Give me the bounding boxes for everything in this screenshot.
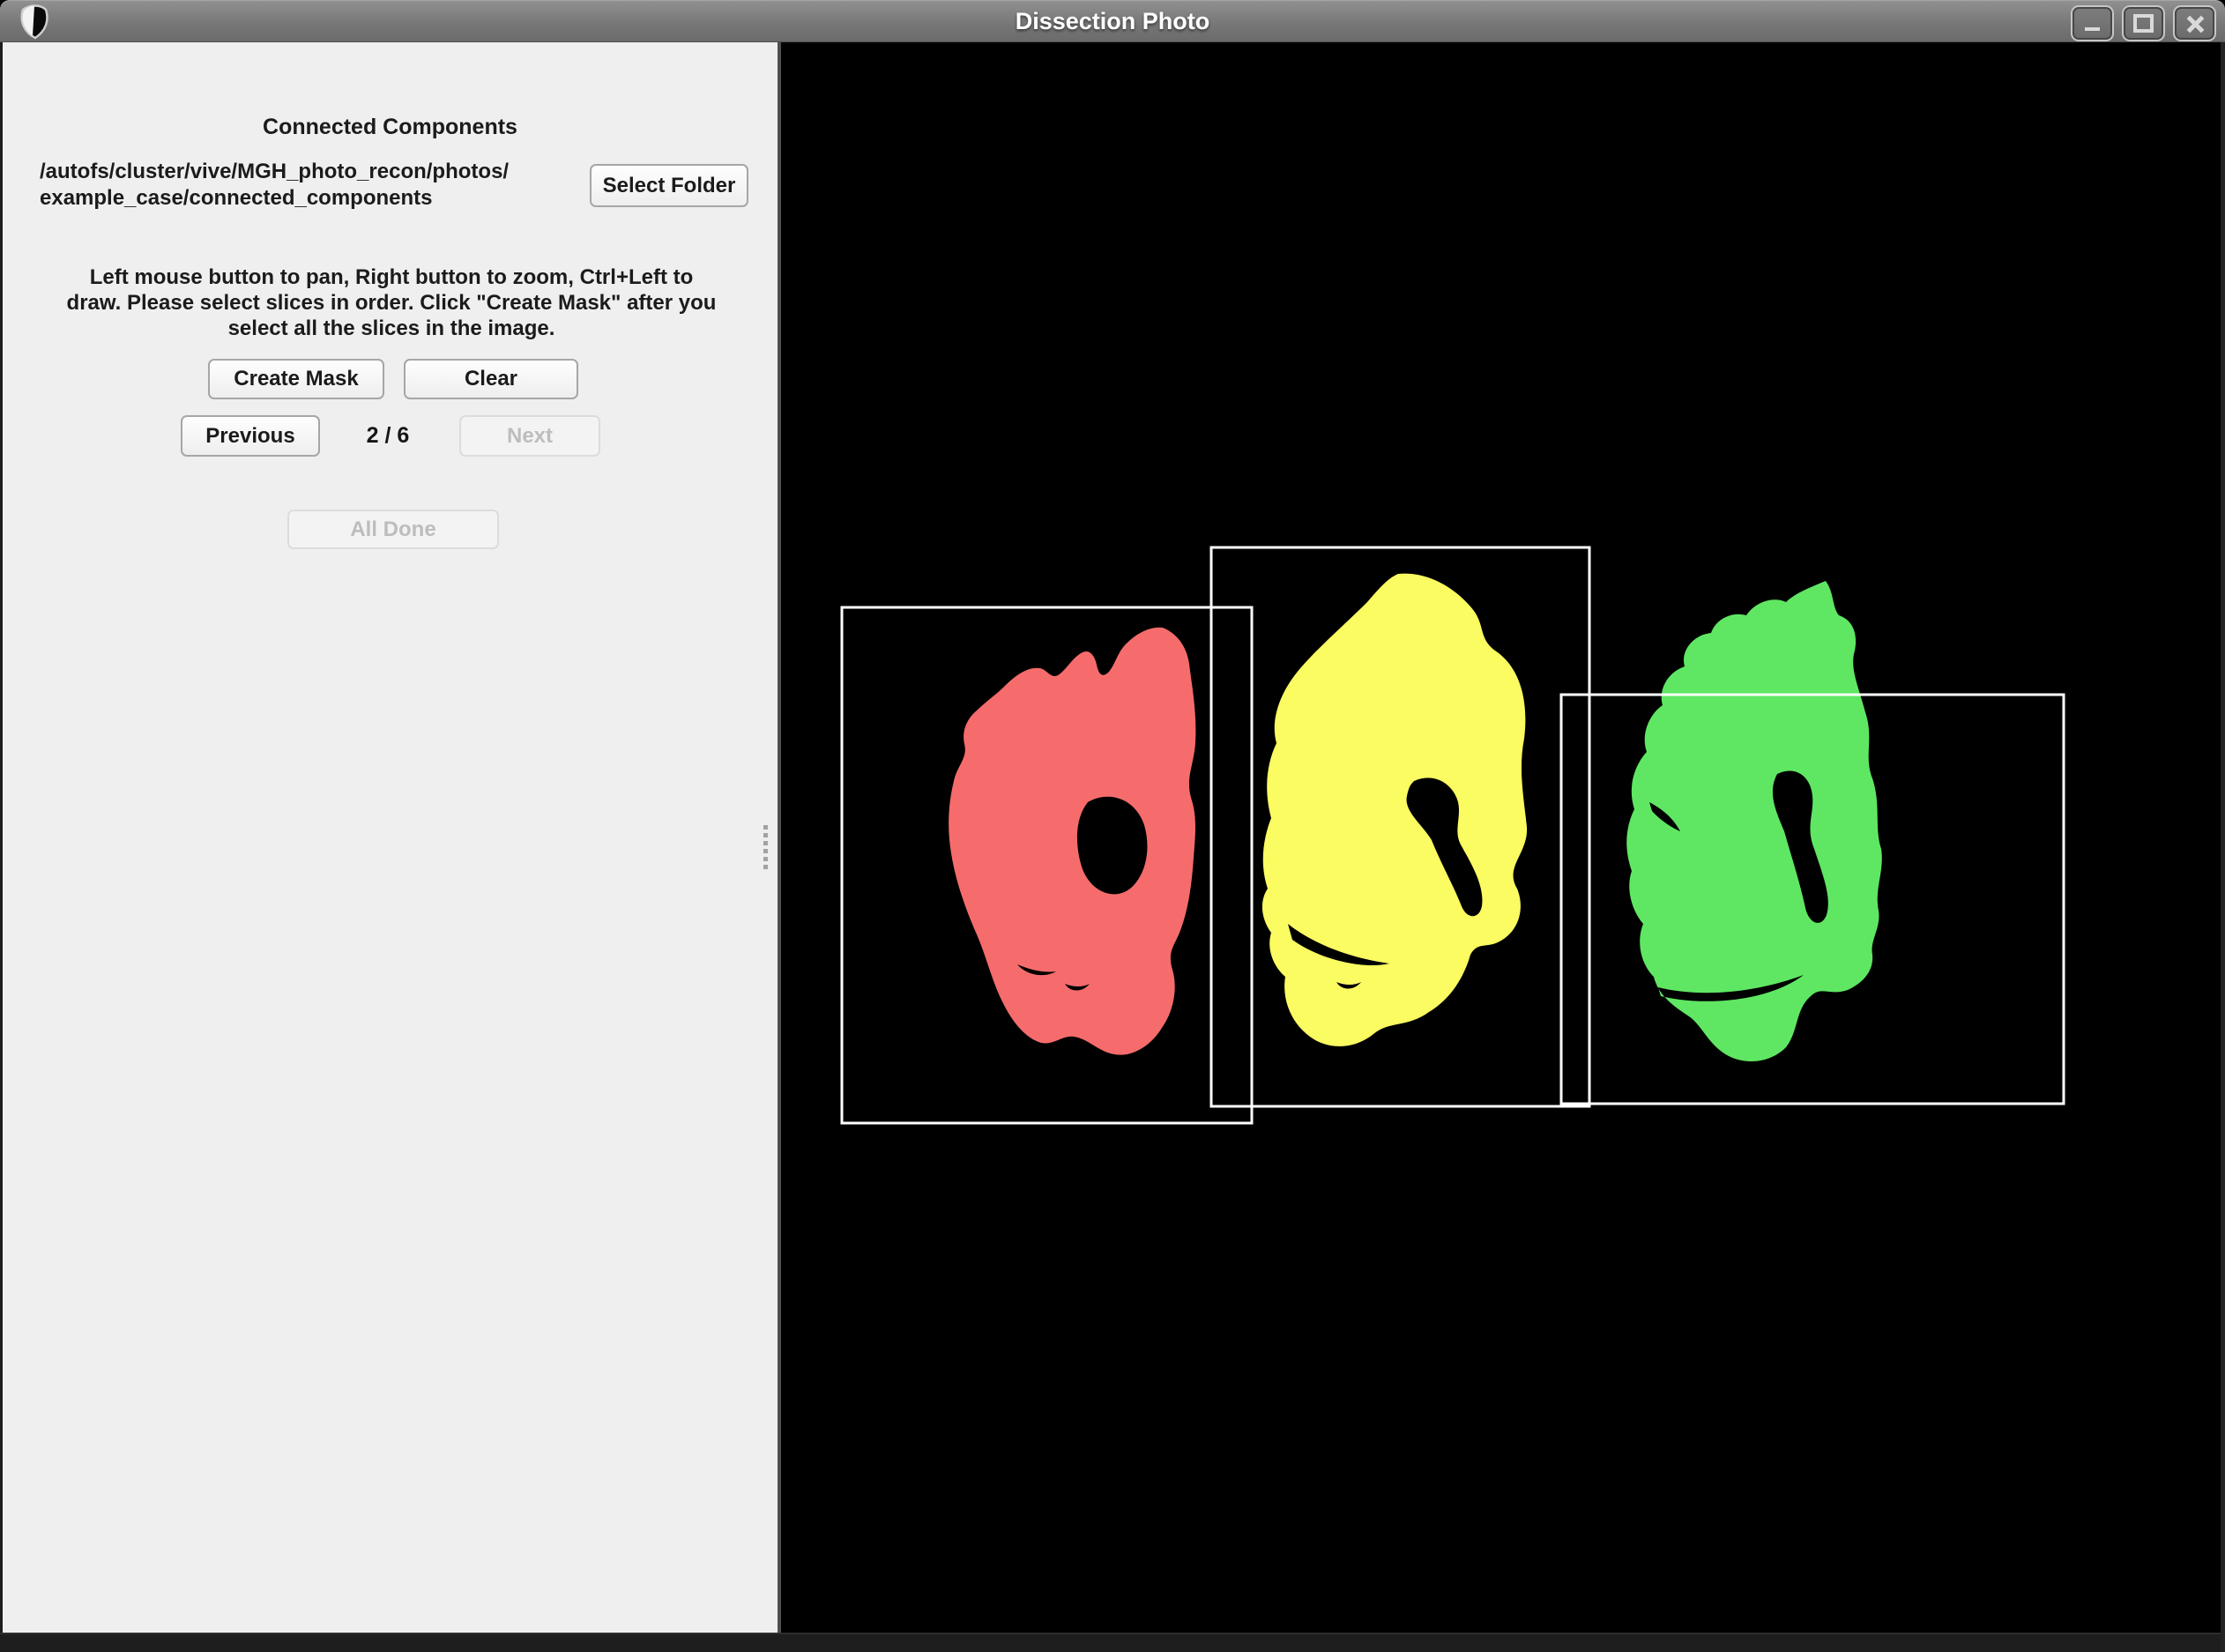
brain-slice-red[interactable] bbox=[949, 627, 1196, 1055]
splitter-handle[interactable] bbox=[763, 825, 770, 871]
maximize-icon bbox=[2133, 14, 2154, 33]
clear-button[interactable]: Clear bbox=[404, 359, 578, 399]
panel-title: Connected Components bbox=[263, 115, 517, 139]
instructions-line2: draw. Please select slices in order. Cli… bbox=[66, 291, 717, 315]
page-indicator: 2 / 6 bbox=[366, 423, 410, 448]
previous-button[interactable]: Previous bbox=[181, 415, 320, 457]
close-icon bbox=[2186, 15, 2204, 33]
window-title: Dissection Photo bbox=[1015, 8, 1210, 34]
image-viewer[interactable] bbox=[781, 42, 2225, 1633]
instructions-line1: Left mouse button to pan, Right button t… bbox=[89, 265, 694, 289]
control-panel: Connected Components /autofs/cluster/viv… bbox=[0, 42, 781, 1633]
window-controls bbox=[2071, 5, 2216, 41]
window-right-frame bbox=[2221, 42, 2225, 1652]
app-window: Dissection Photo Connected Components /a… bbox=[0, 0, 2225, 1652]
titlebar: Dissection Photo bbox=[0, 0, 2225, 42]
window-bottom-frame bbox=[0, 1633, 2225, 1652]
minimize-icon bbox=[2085, 26, 2100, 31]
instructions-line3: select all the slices in the image. bbox=[227, 316, 555, 340]
content-area: Connected Components /autofs/cluster/viv… bbox=[0, 42, 2225, 1633]
folder-path-line1: /autofs/cluster/vive/MGH_photo_recon/pho… bbox=[40, 160, 510, 183]
brain-slice-green[interactable] bbox=[1626, 581, 1882, 1061]
brain-slice-yellow[interactable] bbox=[1261, 573, 1528, 1046]
instructions-text: Left mouse button to pan, Right button t… bbox=[36, 264, 747, 341]
dissection-photo-view bbox=[840, 546, 2065, 1125]
select-folder-button[interactable]: Select Folder bbox=[590, 164, 748, 207]
next-button[interactable]: Next bbox=[459, 415, 600, 457]
folder-path-line2: example_case/connected_components bbox=[40, 186, 433, 210]
create-mask-button[interactable]: Create Mask bbox=[208, 359, 384, 399]
close-button[interactable] bbox=[2173, 5, 2216, 41]
all-done-button[interactable]: All Done bbox=[287, 510, 499, 549]
maximize-button[interactable] bbox=[2122, 5, 2165, 41]
folder-path: /autofs/cluster/vive/MGH_photo_recon/pho… bbox=[40, 159, 509, 212]
minimize-button[interactable] bbox=[2071, 5, 2114, 41]
